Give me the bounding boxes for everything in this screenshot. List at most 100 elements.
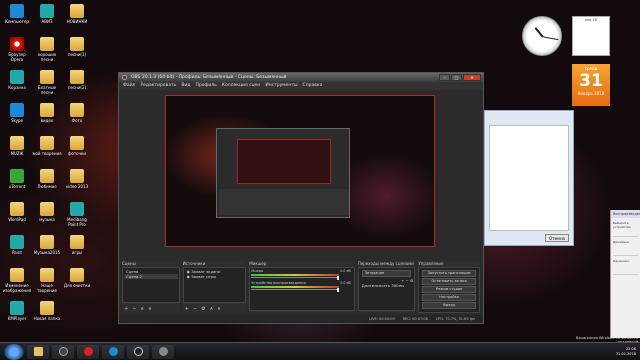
desktop-icon[interactable]: Medibang Paint Pro: [62, 202, 92, 227]
taskbar: 22:06 31.01.2018: [0, 342, 640, 360]
remove-transition-button[interactable]: −: [406, 278, 409, 283]
close-button[interactable]: ✕: [463, 74, 481, 81]
taskbar-explorer[interactable]: [27, 344, 49, 359]
app-icon: [70, 202, 84, 216]
app-icon: [158, 347, 168, 356]
menu-help[interactable]: Справка: [303, 82, 323, 90]
desktop-icon[interactable]: Для очистки: [62, 268, 92, 288]
remove-source-button[interactable]: −: [193, 306, 197, 312]
desktop-icon[interactable]: Paint: [2, 235, 32, 255]
source-down-button[interactable]: ∨: [217, 306, 221, 312]
desktop-icon[interactable]: Фото: [62, 103, 92, 123]
desktop-icon[interactable]: Наше творение: [32, 268, 62, 293]
taskbar-obs[interactable]: [127, 344, 149, 359]
volume-slider-handle[interactable]: [336, 287, 339, 292]
playback-devices-panel[interactable]: Воспроизведение Выберите устройство Дина…: [610, 210, 640, 338]
sources-list[interactable]: ◉ Захват экрана ◉ Захват игры: [182, 267, 247, 303]
taskbar-app[interactable]: [152, 344, 174, 359]
volume-slider[interactable]: [251, 289, 339, 290]
desktop-icon[interactable]: MUZIK: [2, 136, 32, 156]
desktop-icon[interactable]: игры: [62, 235, 92, 255]
playback-item[interactable]: Выберите устройство: [613, 221, 638, 237]
folder-icon: [40, 235, 54, 249]
scene-down-button[interactable]: ∨: [148, 306, 152, 312]
scene-item[interactable]: Сцена 2: [124, 274, 178, 279]
desktop-icon[interactable]: хорошие песни: [32, 37, 62, 62]
source-up-button[interactable]: ∧: [210, 306, 214, 312]
background-dialog[interactable]: Отмена: [484, 110, 574, 246]
taskbar-skype[interactable]: [102, 344, 124, 359]
computer-icon: [10, 4, 24, 18]
maximize-button[interactable]: □: [451, 74, 462, 81]
obs-preview[interactable]: [165, 95, 435, 247]
scene-up-button[interactable]: ∧: [140, 306, 144, 312]
desktop-icon[interactable]: WordPad: [2, 202, 32, 222]
playback-item[interactable]: Динамики: [613, 240, 638, 256]
desktop-icon[interactable]: фоточки: [62, 136, 92, 156]
transition-select[interactable]: Затухание: [361, 270, 412, 277]
duration-input[interactable]: 300ms: [391, 283, 404, 288]
obs-titlebar[interactable]: OBS 20.1.3 (64-bit) - Профиль: Безымянны…: [119, 73, 483, 82]
desktop-icon[interactable]: НОВИНКИ: [62, 4, 92, 24]
obs-window[interactable]: OBS 20.1.3 (64-bit) - Профиль: Безымянны…: [118, 72, 484, 324]
opera-icon: [10, 37, 24, 51]
menu-view[interactable]: Вид: [181, 82, 190, 90]
settings-button[interactable]: Настройки: [422, 294, 476, 301]
transition-settings-button[interactable]: ⚙: [410, 278, 413, 283]
system-tray[interactable]: 22:06 31.01.2018: [616, 347, 636, 357]
desktop-icon[interactable]: Музыка2015: [32, 235, 62, 255]
desktop-icon[interactable]: видео: [32, 103, 62, 123]
exit-button[interactable]: Выход: [422, 302, 476, 309]
remove-scene-button[interactable]: −: [132, 306, 136, 312]
app-icon: [10, 235, 24, 249]
volume-slider[interactable]: [251, 277, 339, 278]
volume-slider-handle[interactable]: [336, 275, 339, 280]
folder-icon: [70, 268, 84, 282]
menu-edit[interactable]: Редактировать: [140, 82, 176, 90]
taskbar-opera[interactable]: [77, 344, 99, 359]
desktop-icon-label: WordPad: [8, 217, 26, 222]
desktop-icon[interactable]: Блатные песни: [32, 70, 62, 95]
desktop-icon[interactable]: Компьютер: [2, 4, 32, 24]
mixer-channel: Микро 0.0 dB: [251, 269, 352, 281]
desktop-icon[interactable]: Браузер Opera: [2, 37, 32, 62]
taskbar-media[interactable]: [52, 344, 74, 359]
minimize-button[interactable]: –: [439, 74, 450, 81]
desktop-icon[interactable]: Skype: [2, 103, 32, 123]
desktop-icon[interactable]: музыка: [32, 202, 62, 222]
start-streaming-button[interactable]: Запустить трансляцию: [422, 270, 476, 277]
desktop-icon[interactable]: Любимое: [32, 169, 62, 189]
menu-profile[interactable]: Профиль: [195, 82, 216, 90]
add-source-button[interactable]: +: [185, 306, 189, 312]
menu-scene-collection[interactable]: Коллекция сцен: [222, 82, 261, 90]
sources-panel: Источники ◉ Захват экрана ◉ Захват игры …: [182, 261, 247, 313]
playback-item[interactable]: Наушники: [613, 259, 638, 275]
desktop-icon[interactable]: Изменение изображения: [2, 268, 32, 293]
desktop-icon[interactable]: video 2013: [62, 169, 92, 189]
folder-icon: [40, 202, 54, 216]
menu-tools[interactable]: Инструменты: [265, 82, 297, 90]
desktop-icon[interactable]: АВИЗ: [32, 4, 62, 24]
menu-file[interactable]: Файл: [123, 82, 135, 90]
start-button[interactable]: [4, 343, 24, 360]
cancel-button[interactable]: Отмена: [545, 234, 569, 242]
folder-icon: [70, 4, 84, 18]
desktop-icon[interactable]: песни(1): [62, 37, 92, 57]
scenes-panel: Сцены Сцена Сцена 2 + − ∧ ∨: [122, 261, 180, 313]
scenes-list[interactable]: Сцена Сцена 2: [122, 267, 180, 303]
transitions-panel: Переходы между сценами Затухание + − ⚙ Д…: [357, 261, 416, 313]
desktop-icon[interactable]: мой творения: [32, 136, 62, 156]
studio-mode-button[interactable]: Режим студии: [422, 286, 476, 293]
calendar-month-year: Январь 2018: [577, 91, 605, 96]
desktop-icon[interactable]: Корзина: [2, 70, 32, 90]
source-item[interactable]: ◉ Захват игры: [185, 274, 245, 279]
desktop-icon-label: Paint: [12, 250, 22, 255]
desktop-icon[interactable]: KMPlayer: [2, 301, 32, 321]
desktop-icon[interactable]: песни(2): [62, 70, 92, 90]
desktop-icon[interactable]: uTorrent: [2, 169, 32, 189]
stop-recording-button[interactable]: Остановить запись: [422, 278, 476, 285]
source-settings-button[interactable]: ⚙: [201, 306, 205, 312]
desktop-icon-label: Medibang Paint Pro: [67, 217, 87, 227]
desktop-icon[interactable]: Новая папка: [32, 301, 62, 321]
add-scene-button[interactable]: +: [124, 306, 128, 312]
